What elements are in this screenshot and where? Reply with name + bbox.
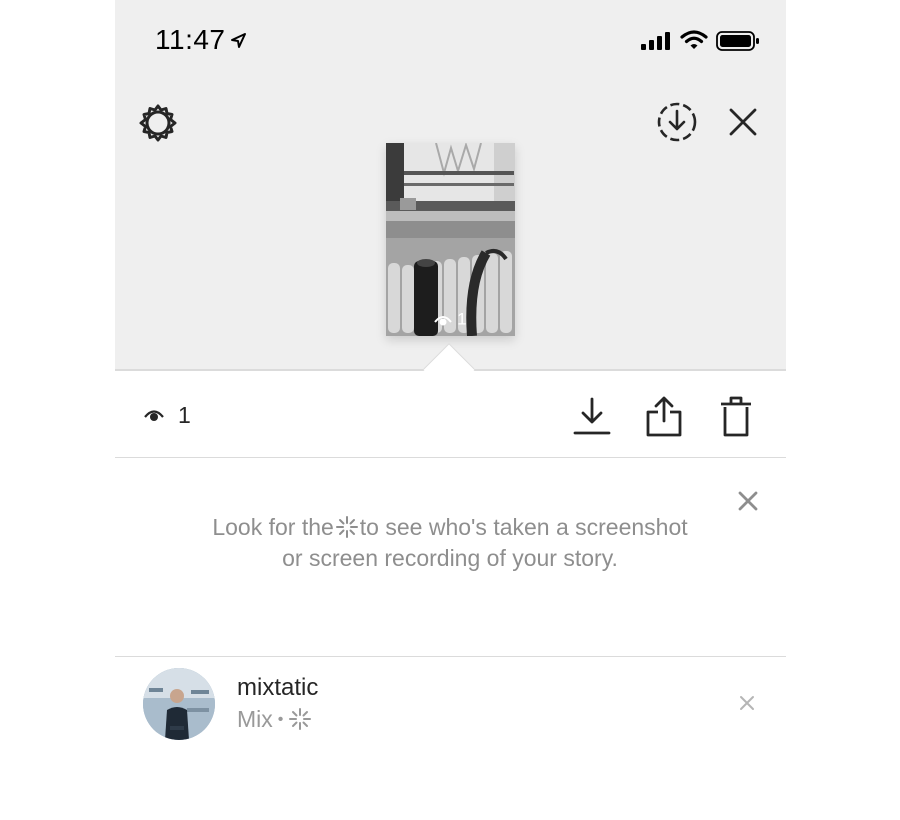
close-icon[interactable] <box>727 106 759 138</box>
thumbnail-views-number: 1 <box>457 310 467 329</box>
wifi-icon <box>680 30 708 49</box>
screenshot-burst-icon <box>289 708 312 730</box>
battery-icon <box>716 31 759 51</box>
location-arrow-icon <box>231 33 246 48</box>
viewer-username: mixtatic <box>237 674 319 701</box>
tip-text-before: Look for the <box>212 514 334 540</box>
trash-icon[interactable] <box>719 395 753 437</box>
eye-icon <box>144 410 164 421</box>
remove-viewer-icon[interactable] <box>739 695 755 711</box>
story-photo <box>386 143 515 336</box>
save-to-device-icon[interactable] <box>656 101 698 143</box>
views-count: 1 <box>178 402 191 428</box>
share-icon[interactable] <box>645 395 683 437</box>
viewer-name: Mix <box>237 706 273 732</box>
close-icon[interactable] <box>737 490 759 512</box>
screenshot-tip: Look for the to see who's taken a screen… <box>210 512 690 574</box>
story-preview-area: 11:47 1 <box>115 0 786 371</box>
download-icon[interactable] <box>573 396 611 436</box>
avatar[interactable] <box>143 668 215 740</box>
avatar-image <box>143 668 215 740</box>
divider <box>115 457 786 458</box>
story-thumbnail[interactable]: 1 <box>386 143 515 336</box>
thumbnail-view-count: 1 <box>386 309 515 330</box>
status-time: 11:47 <box>155 24 226 55</box>
viewer-list-item[interactable]: mixtatic Mix • <box>115 657 786 757</box>
story-viewers-screen: 11:47 1 1 Look for the to see who's take… <box>115 0 786 820</box>
cellular-signal-icon <box>641 32 670 50</box>
eye-icon <box>434 316 453 326</box>
story-action-bar: 1 <box>115 371 786 457</box>
screenshot-burst-icon <box>335 516 358 538</box>
viewer-subline: Mix • <box>237 706 312 733</box>
gear-icon[interactable] <box>138 103 178 143</box>
separator-dot: • <box>277 711 284 728</box>
